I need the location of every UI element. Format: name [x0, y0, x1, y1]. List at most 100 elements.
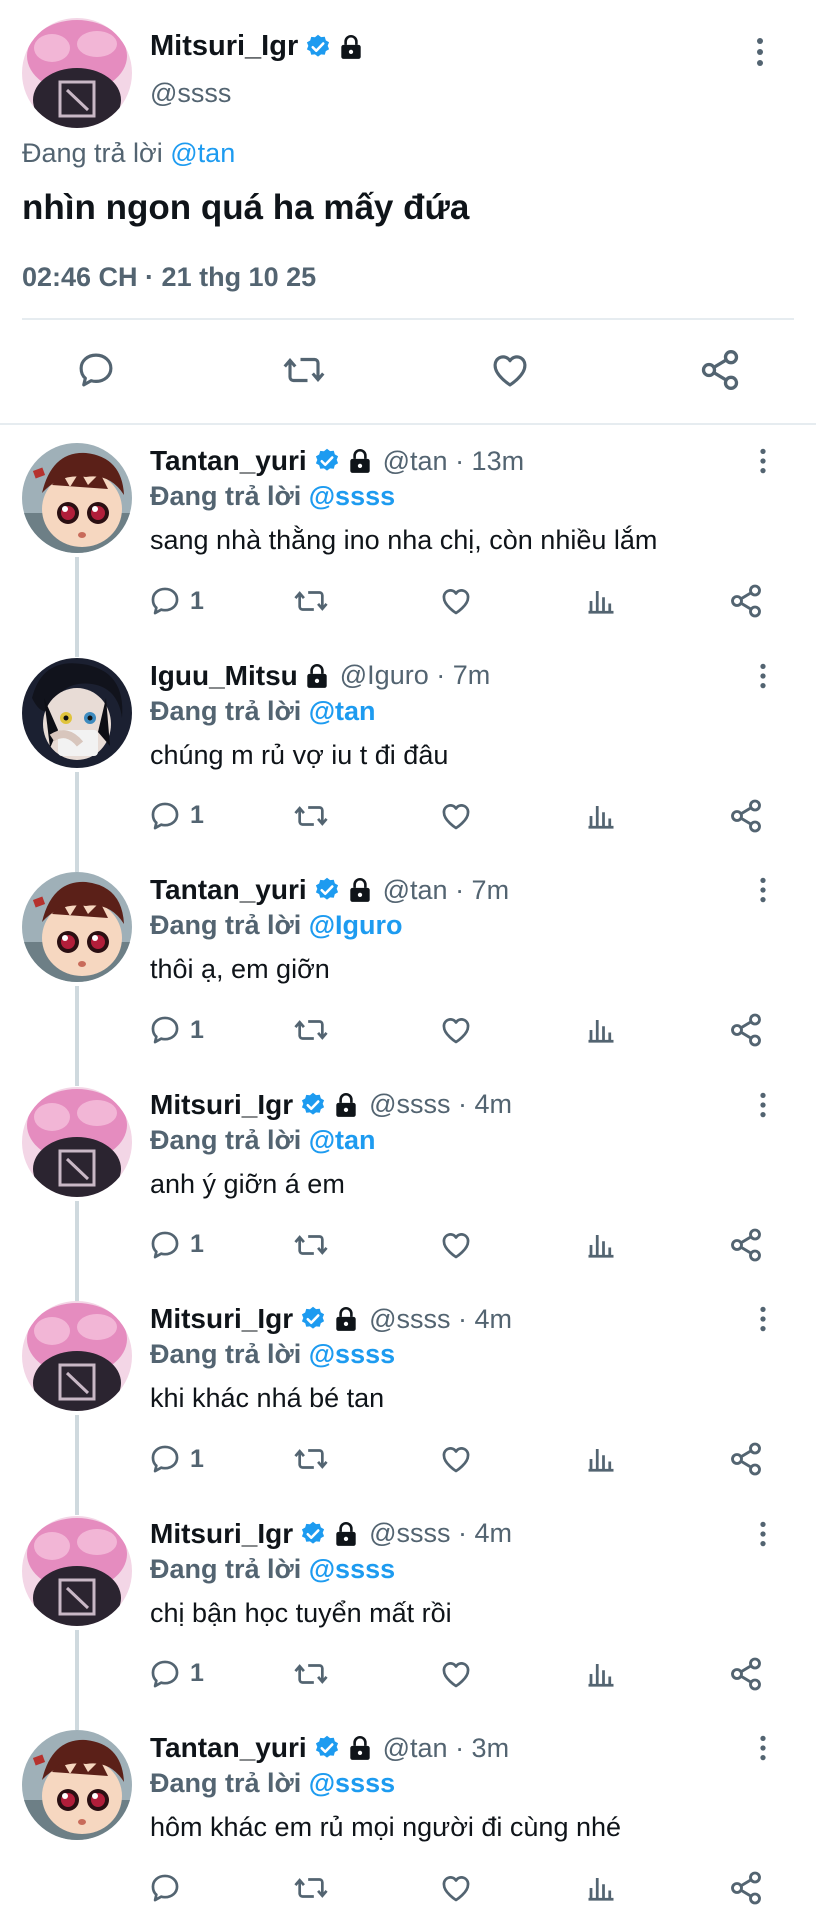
display-name[interactable]: Tantan_yuri [150, 874, 307, 906]
mention-link[interactable]: @ssss [309, 1554, 395, 1584]
reply-tweet[interactable]: Tantan_yuri @tan · 13m Đang trả lời @ssss s… [0, 433, 816, 657]
mention-link[interactable]: @Iguro [309, 910, 403, 940]
stats-icon[interactable] [586, 1437, 616, 1481]
mention-link[interactable]: @tan [309, 1125, 376, 1155]
like-icon[interactable] [438, 1223, 474, 1267]
reply-tweet[interactable]: Tantan_yuri @tan · 7m Đang trả lời @Iguro t… [0, 862, 816, 1086]
tweet-actions [0, 1866, 816, 1910]
display-name[interactable]: Mitsuri_Igr [150, 1303, 293, 1335]
reply-button[interactable]: 1 [148, 1437, 204, 1481]
reply-tweet[interactable]: Mitsuri_Igr @ssss · 4m Đang trả lời @ssss c… [0, 1506, 816, 1730]
reply-tweet[interactable]: Tantan_yuri @tan · 3m Đang trả lời @ssss hô… [0, 1720, 816, 1920]
like-icon[interactable] [438, 579, 474, 623]
replying-to-label: Đang trả lời [150, 1339, 309, 1369]
handle-time: @Iguro · 7m [339, 660, 491, 690]
retweet-icon[interactable] [292, 1008, 330, 1052]
reply-button[interactable]: 1 [148, 1223, 204, 1267]
stats-icon[interactable] [586, 794, 616, 838]
mention-link[interactable]: @ssss [309, 481, 395, 511]
retweet-icon[interactable] [292, 794, 330, 838]
reply-icon[interactable] [66, 340, 126, 400]
stats-icon[interactable] [586, 1652, 616, 1696]
like-icon[interactable] [438, 1652, 474, 1696]
like-icon[interactable] [438, 794, 474, 838]
tweet-text: sang nhà thằng ino nha chị, còn nhiều lắ… [150, 525, 658, 555]
author-row: Tantan_yuri @tan · 3m [150, 1732, 509, 1764]
stats-icon[interactable] [586, 1223, 616, 1267]
more-options-icon[interactable] [752, 36, 768, 68]
display-name[interactable]: Tantan_yuri [150, 1732, 307, 1764]
verified-badge-icon [299, 1520, 327, 1548]
stats-icon[interactable] [586, 1866, 616, 1910]
reply-tweet[interactable]: Iguu_Mitsu @Iguro · 7m Đang trả lời @tan ch… [0, 648, 816, 872]
reply-button[interactable]: 1 [148, 1652, 204, 1696]
more-options-icon[interactable] [756, 662, 770, 690]
reply-count: 1 [190, 586, 204, 615]
share-icon[interactable] [728, 1866, 764, 1910]
more-options-icon[interactable] [756, 1091, 770, 1119]
retweet-icon[interactable] [274, 340, 334, 400]
avatar[interactable] [22, 1730, 132, 1840]
mention-link[interactable]: @tan [170, 138, 235, 168]
more-options-icon[interactable] [756, 1305, 770, 1333]
share-icon[interactable] [728, 1008, 764, 1052]
reply-count: 1 [190, 1444, 204, 1473]
mention-link[interactable]: @ssss [309, 1768, 395, 1798]
verified-badge-icon [313, 876, 341, 904]
avatar[interactable] [22, 18, 132, 128]
reply-button[interactable]: 1 [148, 579, 204, 623]
more-options-icon[interactable] [756, 1734, 770, 1762]
more-options-icon[interactable] [756, 1520, 770, 1548]
retweet-icon[interactable] [292, 579, 330, 623]
display-name[interactable]: Mitsuri_Igr [150, 1089, 293, 1121]
avatar[interactable] [22, 1301, 132, 1411]
share-icon[interactable] [728, 1223, 764, 1267]
retweet-icon[interactable] [292, 1437, 330, 1481]
share-icon[interactable] [690, 340, 750, 400]
stats-icon[interactable] [586, 1008, 616, 1052]
reply-count: 1 [190, 1230, 204, 1258]
reply-tweet[interactable]: Mitsuri_Igr @ssss · 4m Đang trả lời @tan an… [0, 1077, 816, 1301]
avatar[interactable] [22, 443, 132, 553]
handle-time: @ssss · 4m [369, 1089, 513, 1119]
lock-icon [333, 1091, 359, 1119]
avatar[interactable] [22, 1086, 132, 1197]
avatar[interactable] [22, 1515, 132, 1626]
share-icon[interactable] [728, 579, 764, 623]
handle-time: @ssss · 4m [369, 1518, 513, 1548]
share-icon[interactable] [728, 1437, 764, 1481]
reply-icon [148, 799, 182, 833]
like-icon[interactable] [438, 1866, 474, 1910]
reply-icon [148, 1657, 182, 1691]
avatar[interactable] [22, 657, 132, 768]
like-icon[interactable] [438, 1437, 474, 1481]
like-icon[interactable] [480, 340, 540, 400]
like-icon[interactable] [438, 1008, 474, 1052]
tweet-actions: 1 [0, 1437, 816, 1481]
replying-to: Đang trả lời @tan [150, 696, 376, 727]
reply-tweet[interactable]: Mitsuri_Igr @ssss · 4m Đang trả lời @ssss k… [0, 1291, 816, 1515]
mention-link[interactable]: @tan [309, 696, 376, 726]
display-name[interactable]: Iguu_Mitsu [150, 660, 298, 692]
reply-button[interactable]: 1 [148, 1008, 204, 1052]
replying-to: Đang trả lời @ssss [150, 1339, 395, 1370]
avatar[interactable] [22, 872, 132, 982]
share-icon[interactable] [728, 1652, 764, 1696]
retweet-icon[interactable] [292, 1866, 330, 1910]
retweet-icon[interactable] [292, 1223, 330, 1267]
reply-button[interactable] [148, 1866, 190, 1910]
display-name[interactable]: Tantan_yuri [150, 445, 307, 477]
main-tweet: Mitsuri_Igr @ssss Đang trả lời @tan nhìn… [0, 0, 816, 423]
display-name[interactable]: Mitsuri_Igr [150, 1518, 293, 1550]
reply-icon [148, 584, 182, 618]
author-name-row[interactable]: Mitsuri_Igr [150, 30, 364, 63]
handle-time: @tan · 13m [382, 445, 525, 476]
retweet-icon[interactable] [292, 1652, 330, 1696]
share-icon[interactable] [728, 794, 764, 838]
more-options-icon[interactable] [756, 447, 770, 475]
stats-icon[interactable] [586, 579, 616, 623]
verified-badge-icon [299, 1091, 327, 1119]
reply-button[interactable]: 1 [148, 794, 204, 838]
more-options-icon[interactable] [756, 876, 770, 904]
mention-link[interactable]: @ssss [309, 1339, 395, 1369]
